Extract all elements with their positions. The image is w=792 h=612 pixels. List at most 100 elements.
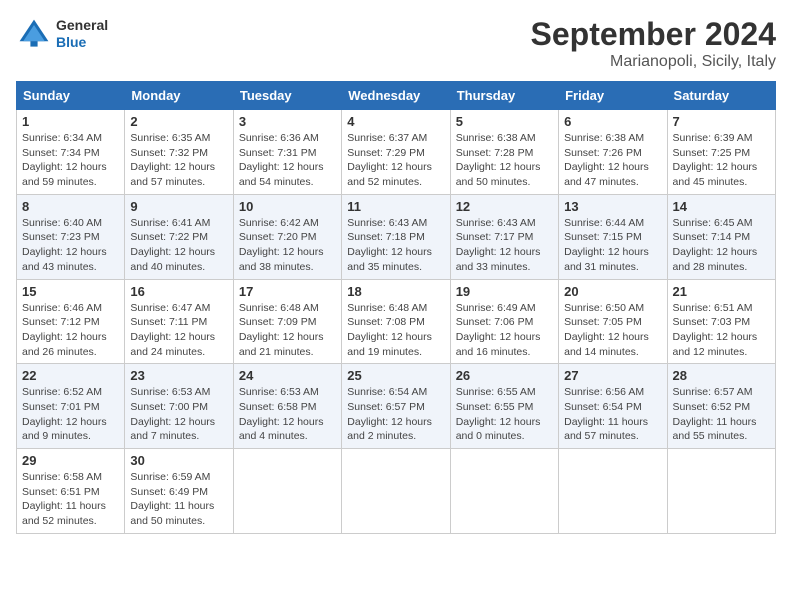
logo: General Blue [16, 16, 108, 52]
day-info: Sunrise: 6:38 AM Sunset: 7:26 PM Dayligh… [564, 131, 661, 190]
calendar-week-row: 15Sunrise: 6:46 AM Sunset: 7:12 PM Dayli… [17, 279, 776, 364]
day-number: 11 [347, 199, 444, 214]
day-number: 5 [456, 114, 553, 129]
calendar-cell: 16 Sunrise: 6:47 AM Sunset: 7:11 PM Dayli… [125, 279, 233, 364]
calendar-week-row: 1Sunrise: 6:34 AM Sunset: 7:34 PM Daylig… [17, 110, 776, 195]
calendar-cell: 7 Sunrise: 6:39 AM Sunset: 7:25 PM Daylig… [667, 110, 775, 195]
day-info: Sunrise: 6:45 AM Sunset: 7:14 PM Dayligh… [673, 216, 770, 275]
calendar-cell: 6 Sunrise: 6:38 AM Sunset: 7:26 PM Daylig… [559, 110, 667, 195]
calendar-cell: 29 Sunrise: 6:58 AM Sunset: 6:51 PM Dayli… [17, 449, 125, 534]
day-number: 21 [673, 284, 770, 299]
day-info: Sunrise: 6:49 AM Sunset: 7:06 PM Dayligh… [456, 301, 553, 360]
calendar-cell [667, 449, 775, 534]
calendar-cell: 10Sunrise: 6:42 AM Sunset: 7:20 PM Dayli… [233, 194, 341, 279]
day-number: 20 [564, 284, 661, 299]
day-info: Sunrise: 6:37 AM Sunset: 7:29 PM Dayligh… [347, 131, 444, 190]
day-number: 12 [456, 199, 553, 214]
day-info: Sunrise: 6:44 AM Sunset: 7:15 PM Dayligh… [564, 216, 661, 275]
day-number: 26 [456, 368, 553, 383]
calendar-cell: 19 Sunrise: 6:49 AM Sunset: 7:06 PM Dayli… [450, 279, 558, 364]
calendar-cell [233, 449, 341, 534]
calendar-cell [559, 449, 667, 534]
calendar-cell: 26 Sunrise: 6:55 AM Sunset: 6:55 PM Dayli… [450, 364, 558, 449]
day-info: Sunrise: 6:39 AM Sunset: 7:25 PM Dayligh… [673, 131, 770, 190]
day-number: 14 [673, 199, 770, 214]
day-info: Sunrise: 6:43 AM Sunset: 7:18 PM Dayligh… [347, 216, 444, 275]
day-info: Sunrise: 6:48 AM Sunset: 7:09 PM Dayligh… [239, 301, 336, 360]
day-number: 29 [22, 453, 119, 468]
day-number: 24 [239, 368, 336, 383]
calendar-table: SundayMondayTuesdayWednesdayThursdayFrid… [16, 81, 776, 534]
day-info: Sunrise: 6:53 AM Sunset: 7:00 PM Dayligh… [130, 385, 227, 444]
day-number: 8 [22, 199, 119, 214]
day-info: Sunrise: 6:47 AM Sunset: 7:11 PM Dayligh… [130, 301, 227, 360]
day-info: Sunrise: 6:34 AM Sunset: 7:34 PM Dayligh… [22, 131, 119, 190]
calendar-header-sunday: Sunday [17, 82, 125, 110]
location-title: Marianopoli, Sicily, Italy [531, 53, 776, 71]
calendar-cell: 18 Sunrise: 6:48 AM Sunset: 7:08 PM Dayli… [342, 279, 450, 364]
logo-icon [16, 16, 52, 52]
day-info: Sunrise: 6:59 AM Sunset: 6:49 PM Dayligh… [130, 470, 227, 529]
calendar-header-tuesday: Tuesday [233, 82, 341, 110]
calendar-cell: 20 Sunrise: 6:50 AM Sunset: 7:05 PM Dayli… [559, 279, 667, 364]
day-number: 23 [130, 368, 227, 383]
calendar-cell: 1Sunrise: 6:34 AM Sunset: 7:34 PM Daylig… [17, 110, 125, 195]
title-area: September 2024 Marianopoli, Sicily, Ital… [531, 16, 776, 71]
day-number: 19 [456, 284, 553, 299]
calendar-cell: 2 Sunrise: 6:35 AM Sunset: 7:32 PM Daylig… [125, 110, 233, 195]
day-number: 7 [673, 114, 770, 129]
calendar-cell: 30Sunrise: 6:59 AM Sunset: 6:49 PM Dayli… [125, 449, 233, 534]
day-info: Sunrise: 6:48 AM Sunset: 7:08 PM Dayligh… [347, 301, 444, 360]
month-title: September 2024 [531, 16, 776, 53]
day-info: Sunrise: 6:50 AM Sunset: 7:05 PM Dayligh… [564, 301, 661, 360]
day-number: 13 [564, 199, 661, 214]
day-info: Sunrise: 6:35 AM Sunset: 7:32 PM Dayligh… [130, 131, 227, 190]
day-info: Sunrise: 6:55 AM Sunset: 6:55 PM Dayligh… [456, 385, 553, 444]
day-info: Sunrise: 6:53 AM Sunset: 6:58 PM Dayligh… [239, 385, 336, 444]
page-header: General Blue September 2024 Marianopoli,… [16, 16, 776, 71]
day-number: 15 [22, 284, 119, 299]
logo-text: General Blue [56, 17, 108, 51]
calendar-cell: 3 Sunrise: 6:36 AM Sunset: 7:31 PM Daylig… [233, 110, 341, 195]
calendar-cell: 17 Sunrise: 6:48 AM Sunset: 7:09 PM Dayli… [233, 279, 341, 364]
calendar-cell [342, 449, 450, 534]
day-number: 16 [130, 284, 227, 299]
day-info: Sunrise: 6:52 AM Sunset: 7:01 PM Dayligh… [22, 385, 119, 444]
calendar-cell: 14 Sunrise: 6:45 AM Sunset: 7:14 PM Dayli… [667, 194, 775, 279]
calendar-header-thursday: Thursday [450, 82, 558, 110]
day-number: 6 [564, 114, 661, 129]
calendar-cell: 27 Sunrise: 6:56 AM Sunset: 6:54 PM Dayli… [559, 364, 667, 449]
day-info: Sunrise: 6:54 AM Sunset: 6:57 PM Dayligh… [347, 385, 444, 444]
day-number: 4 [347, 114, 444, 129]
day-number: 3 [239, 114, 336, 129]
calendar-cell: 15Sunrise: 6:46 AM Sunset: 7:12 PM Dayli… [17, 279, 125, 364]
day-number: 17 [239, 284, 336, 299]
day-info: Sunrise: 6:57 AM Sunset: 6:52 PM Dayligh… [673, 385, 770, 444]
day-info: Sunrise: 6:41 AM Sunset: 7:22 PM Dayligh… [130, 216, 227, 275]
calendar-cell: 13 Sunrise: 6:44 AM Sunset: 7:15 PM Dayli… [559, 194, 667, 279]
day-info: Sunrise: 6:51 AM Sunset: 7:03 PM Dayligh… [673, 301, 770, 360]
day-number: 22 [22, 368, 119, 383]
calendar-cell: 21 Sunrise: 6:51 AM Sunset: 7:03 PM Dayli… [667, 279, 775, 364]
calendar-header-row: SundayMondayTuesdayWednesdayThursdayFrid… [17, 82, 776, 110]
calendar-header-friday: Friday [559, 82, 667, 110]
day-number: 18 [347, 284, 444, 299]
calendar-cell: 4 Sunrise: 6:37 AM Sunset: 7:29 PM Daylig… [342, 110, 450, 195]
calendar-cell [450, 449, 558, 534]
day-number: 25 [347, 368, 444, 383]
day-info: Sunrise: 6:38 AM Sunset: 7:28 PM Dayligh… [456, 131, 553, 190]
day-number: 27 [564, 368, 661, 383]
calendar-week-row: 8Sunrise: 6:40 AM Sunset: 7:23 PM Daylig… [17, 194, 776, 279]
calendar-cell: 28 Sunrise: 6:57 AM Sunset: 6:52 PM Dayli… [667, 364, 775, 449]
day-number: 2 [130, 114, 227, 129]
calendar-cell: 8Sunrise: 6:40 AM Sunset: 7:23 PM Daylig… [17, 194, 125, 279]
day-info: Sunrise: 6:36 AM Sunset: 7:31 PM Dayligh… [239, 131, 336, 190]
calendar-week-row: 22 Sunrise: 6:52 AM Sunset: 7:01 PM Dayli… [17, 364, 776, 449]
calendar-cell: 23 Sunrise: 6:53 AM Sunset: 7:00 PM Dayli… [125, 364, 233, 449]
day-number: 28 [673, 368, 770, 383]
calendar-cell: 24 Sunrise: 6:53 AM Sunset: 6:58 PM Dayli… [233, 364, 341, 449]
calendar-header-wednesday: Wednesday [342, 82, 450, 110]
day-info: Sunrise: 6:56 AM Sunset: 6:54 PM Dayligh… [564, 385, 661, 444]
calendar-header-saturday: Saturday [667, 82, 775, 110]
day-info: Sunrise: 6:58 AM Sunset: 6:51 PM Dayligh… [22, 470, 119, 529]
